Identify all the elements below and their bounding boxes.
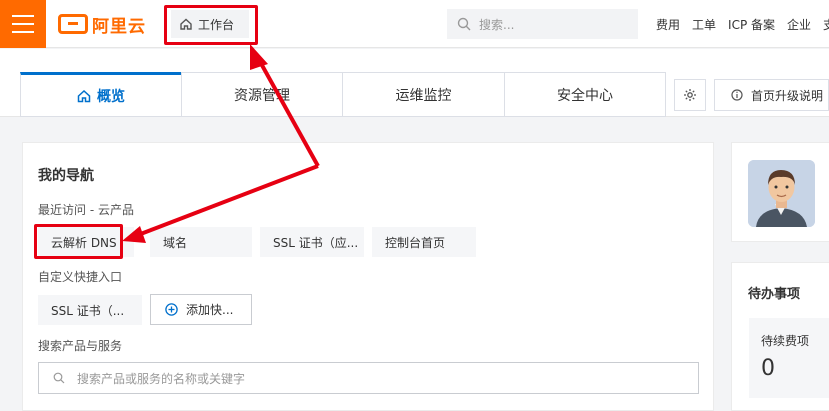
- arrowhead-workbench: [250, 44, 268, 70]
- arrow-to-dns: [137, 164, 319, 237]
- arrow-to-workbench: [256, 57, 320, 167]
- arrowhead-dns: [122, 226, 146, 243]
- annotation-arrows: [122, 44, 320, 243]
